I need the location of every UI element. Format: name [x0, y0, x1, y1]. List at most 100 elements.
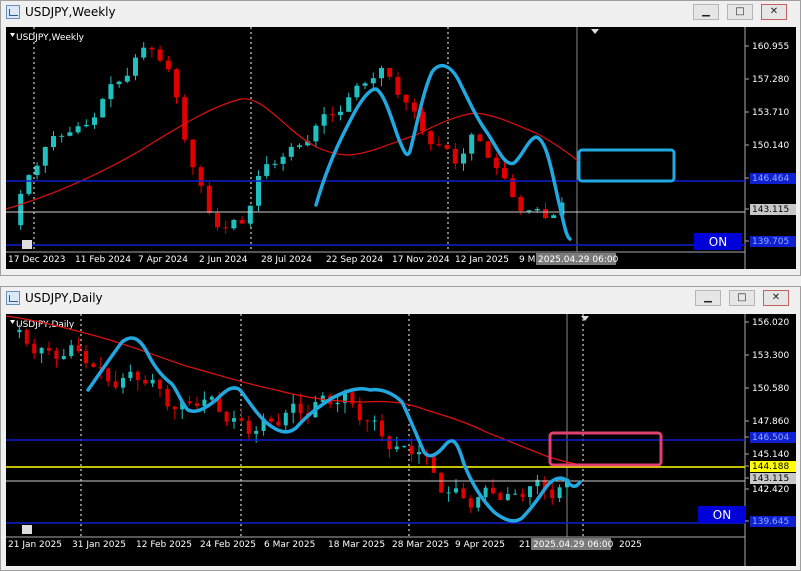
- weekly-candle-body: [116, 81, 122, 85]
- weekly-candle-body: [133, 57, 138, 76]
- weekly-candle-body: [387, 67, 393, 77]
- weekly-chart-svg[interactable]: USDJPY,Weekly ON 160.955 157.280 153.710 150.…: [6, 27, 796, 269]
- daily-candle-body: [209, 396, 214, 400]
- weekly-candle-body: [108, 84, 114, 100]
- weekly-candle-body: [436, 144, 442, 146]
- weekly-candle-body: [280, 156, 286, 164]
- daily-candle-body: [394, 446, 399, 450]
- daily-date-label: 31 Jan 2025: [72, 540, 126, 550]
- weekly-candle-body: [223, 227, 229, 229]
- weekly-candle-body: [174, 69, 179, 98]
- daily-candle-body: [202, 399, 207, 406]
- daily-candle-body: [17, 329, 22, 333]
- window-separator: [0, 276, 801, 284]
- weekly-scroll-marker[interactable]: [22, 240, 32, 249]
- weekly-candle-body: [51, 136, 56, 148]
- daily-date-label: 9 Apr 2025: [455, 540, 505, 550]
- daily-titlebar[interactable]: USDJPY,Daily ▁ □ ✕: [1, 287, 800, 311]
- daily-price-label: 156.020: [752, 318, 789, 328]
- weekly-candle-body: [518, 197, 524, 211]
- daily-candle-body: [121, 377, 125, 388]
- daily-window-title: USDJPY,Daily: [25, 291, 103, 305]
- weekly-candle-body: [42, 147, 48, 166]
- close-button[interactable]: ✕: [761, 4, 787, 20]
- daily-candle-body: [84, 351, 88, 364]
- weekly-target-rectangle[interactable]: [577, 148, 676, 183]
- daily-candle-body: [402, 445, 407, 447]
- daily-candle-body: [106, 368, 111, 382]
- weekly-titlebar[interactable]: USDJPY,Weekly ▁ □ ✕: [1, 1, 800, 25]
- weekly-price-label: 153.710: [752, 108, 789, 118]
- weekly-candle-body: [411, 102, 417, 112]
- daily-candle-body: [461, 488, 466, 499]
- weekly-on-label: ON: [709, 235, 727, 249]
- daily-scroll-marker[interactable]: [22, 525, 32, 534]
- daily-dropdown-icon[interactable]: [10, 320, 15, 324]
- weekly-price-label: 146.464: [752, 174, 789, 184]
- weekly-candle-body: [149, 47, 155, 50]
- weekly-freehand-drawing[interactable]: [314, 63, 572, 241]
- daily-candle-body: [165, 388, 170, 407]
- daily-candle-body: [187, 401, 192, 404]
- weekly-candle-body: [338, 111, 343, 116]
- weekly-chart-shift-icon[interactable]: [591, 29, 599, 34]
- weekly-candle-body: [493, 157, 499, 168]
- weekly-price-label: 143.115: [752, 205, 789, 215]
- weekly-candle-body: [92, 117, 97, 125]
- weekly-candle-body: [502, 167, 507, 179]
- daily-price-label: 153.300: [752, 351, 789, 361]
- maximize-button[interactable]: □: [727, 4, 753, 20]
- weekly-candle-body: [182, 97, 188, 140]
- daily-chart-svg[interactable]: USDJPY,DailyON156.020153.300150.580147.8…: [6, 314, 796, 566]
- weekly-candle-body: [264, 164, 270, 176]
- weekly-dropdown-icon[interactable]: [10, 33, 15, 37]
- daily-candle-body: [468, 498, 473, 508]
- weekly-candle-body: [534, 209, 540, 211]
- weekly-date-label: 7 Apr 2024: [138, 255, 188, 265]
- weekly-candle-body: [329, 114, 335, 116]
- weekly-candle-body: [288, 146, 294, 157]
- daily-candle-body: [239, 418, 244, 421]
- weekly-crosshair-date: 2025.04.29 06:00: [538, 255, 619, 265]
- daily-candle-body: [24, 329, 29, 344]
- daily-candle-body: [476, 497, 481, 508]
- daily-chart-shift-icon[interactable]: [581, 316, 589, 321]
- daily-freehand-drawing[interactable]: [86, 336, 582, 523]
- weekly-chart-area[interactable]: USDJPY,Weekly ON 160.955 157.280 153.710 150.…: [6, 27, 796, 269]
- daily-candle-body: [143, 379, 148, 384]
- daily-date-label: 12 Feb 2025: [136, 540, 192, 550]
- maximize-button[interactable]: □: [729, 290, 755, 306]
- weekly-candle-body: [247, 205, 253, 224]
- weekly-candle-body: [420, 111, 425, 132]
- daily-candle-body: [454, 488, 458, 493]
- daily-candle-body: [172, 406, 177, 410]
- weekly-candle-body: [239, 220, 245, 224]
- daily-candle-body: [128, 371, 133, 378]
- daily-price-label: 144.188: [752, 462, 789, 472]
- close-button[interactable]: ✕: [763, 290, 789, 306]
- daily-candle-body: [32, 343, 37, 354]
- weekly-date-label: 9 M: [519, 255, 535, 265]
- daily-candle-body: [365, 420, 370, 422]
- minimize-button[interactable]: ▁: [695, 290, 721, 306]
- daily-price-label: 143.115: [752, 474, 789, 484]
- daily-date-label: 21 Jan 2025: [8, 540, 62, 550]
- weekly-candle-body: [157, 49, 163, 61]
- daily-candle-body: [483, 487, 488, 498]
- daily-candle-body: [195, 403, 199, 406]
- daily-candle-body: [431, 455, 436, 473]
- weekly-chart-window: USDJPY,Weekly ▁ □ ✕ USDJPY,Weekly ON 160.9…: [0, 0, 801, 276]
- daily-chart-area[interactable]: USDJPY,Daily ON 156.020 153.300 150.580 147.8…: [6, 314, 796, 566]
- minimize-button[interactable]: ▁: [693, 4, 719, 20]
- daily-candle-body: [224, 411, 229, 422]
- daily-candle-body: [291, 403, 296, 413]
- weekly-candle-body: [165, 60, 171, 70]
- daily-candle-body: [380, 420, 384, 437]
- weekly-candle-body: [198, 167, 204, 186]
- daily-candle-body: [528, 486, 532, 498]
- daily-date-label: 6 Mar 2025: [264, 540, 315, 550]
- weekly-candle-body: [444, 144, 450, 149]
- weekly-candle-body: [477, 134, 483, 142]
- daily-price-label: 139.645: [752, 517, 789, 527]
- daily-candle-body: [47, 347, 51, 351]
